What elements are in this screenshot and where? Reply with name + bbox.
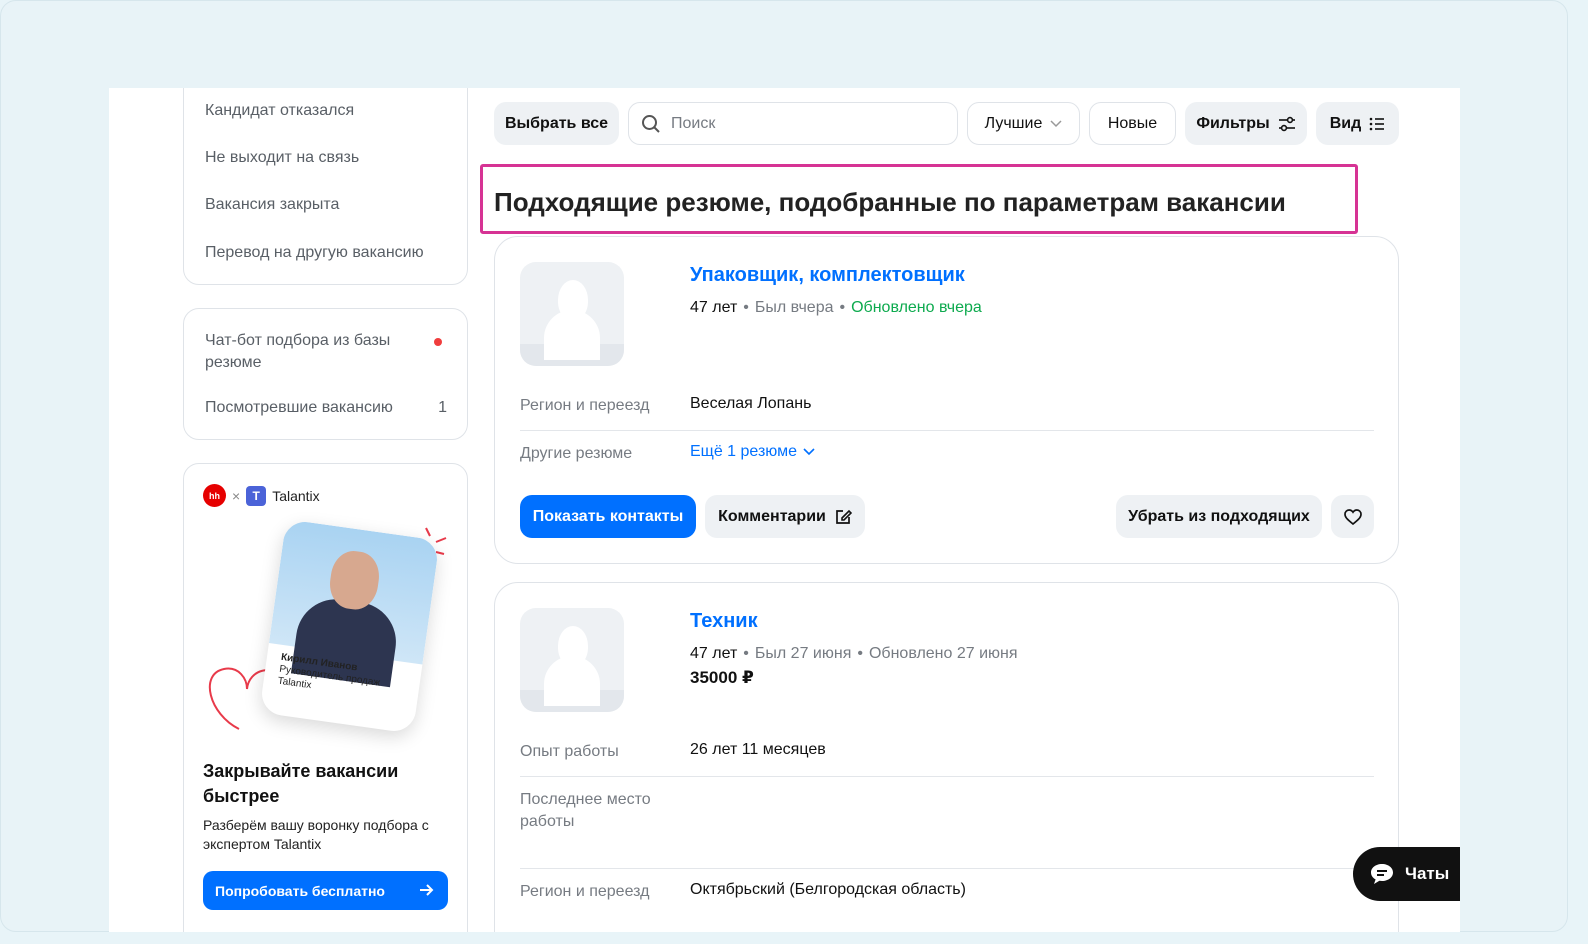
status-candidate-declined[interactable]: Кандидат отказался <box>205 102 354 120</box>
comments-button[interactable]: Комментарии <box>705 495 865 538</box>
region-label: Регион и переезд <box>520 883 650 900</box>
avatar-head <box>558 280 588 320</box>
new-button[interactable]: Новые <box>1089 102 1176 145</box>
filters-icon <box>1278 116 1295 131</box>
experience-value: 26 лет 11 месяцев <box>690 741 826 758</box>
region-value: Веселая Лопань <box>690 395 812 412</box>
divider <box>520 776 1374 777</box>
other-resumes-label: Другие резюме <box>520 445 633 462</box>
chevron-down-icon <box>803 448 815 456</box>
try-free-button[interactable]: Попробовать бесплатно <box>203 871 448 910</box>
talantix-logo-icon: T <box>246 485 267 506</box>
status-no-contact[interactable]: Не выходит на связь <box>205 149 359 167</box>
resume-updated: Обновлено 27 июня <box>868 645 1018 662</box>
filters-label: Фильтры <box>1196 114 1270 132</box>
sort-dropdown[interactable]: Лучшие <box>967 102 1080 145</box>
status-list-card: Кандидат отказался Не выходит на связь В… <box>183 88 468 285</box>
resume-seen: Был 27 июня <box>754 645 852 662</box>
separator-dot: • <box>743 645 749 662</box>
sidebar-item-chatbot[interactable]: Чат-бот подбора из базы резюме <box>205 330 420 374</box>
avatar-placeholder-icon <box>520 608 624 712</box>
region-value: Октябрьский (Белгородская область) <box>690 881 966 898</box>
resume-salary: 35000 ₽ <box>690 668 754 687</box>
other-resumes-text: Ещё 1 резюме <box>690 443 798 460</box>
viewed-count: 1 <box>438 399 447 416</box>
divider <box>520 430 1374 431</box>
resume-title-link[interactable]: Упаковщик, комплектовщик <box>690 264 965 287</box>
chats-label: Чаты <box>1405 864 1450 883</box>
talantix-label: Talantix <box>272 487 320 504</box>
promo-description: Разберём вашу воронку подбора с эксперто… <box>203 817 429 852</box>
search-box[interactable] <box>628 102 958 145</box>
chevron-down-icon <box>1050 119 1062 127</box>
resume-updated: Обновлено вчера <box>851 299 982 316</box>
resume-seen: Был вчера <box>754 299 834 316</box>
sort-label: Лучшие <box>984 114 1043 132</box>
view-button[interactable]: Вид <box>1316 102 1399 145</box>
select-all-label: Выбрать все <box>504 114 609 132</box>
chat-bubble-icon <box>1371 864 1393 884</box>
extra-list-card: Чат-бот подбора из базы резюме Посмотрев… <box>183 308 468 440</box>
list-icon <box>1369 117 1385 130</box>
promo-logos: hh × T Talantix <box>203 484 320 507</box>
comments-label: Комментарии <box>718 507 826 525</box>
arrow-right-icon <box>420 884 434 896</box>
separator-dot: • <box>857 645 863 662</box>
select-all-button[interactable]: Выбрать все <box>494 102 619 145</box>
show-contacts-label: Показать контакты <box>532 507 684 525</box>
filters-button[interactable]: Фильтры <box>1185 102 1307 145</box>
separator-dot: • <box>839 299 846 316</box>
show-contacts-button[interactable]: Показать контакты <box>520 495 696 538</box>
avatar-placeholder-icon <box>520 262 624 366</box>
resume-card[interactable]: Упаковщик, комплектовщик 47 лет • Был вчер… <box>494 236 1399 564</box>
divider <box>520 868 1374 869</box>
resume-title-link[interactable]: Техник <box>690 610 758 633</box>
status-transfer[interactable]: Перевод на другую вакансию <box>205 244 424 262</box>
separator-dot: • <box>743 299 749 316</box>
resume-meta: 47 лет • Был вчера • Обновлено вчера <box>690 299 982 317</box>
edit-icon <box>836 509 852 524</box>
search-input[interactable] <box>671 114 931 133</box>
sidebar-item-viewed[interactable]: Посмотревшие вакансию <box>205 399 393 417</box>
other-resumes-link[interactable]: Ещё 1 резюме <box>690 443 815 461</box>
experience-label: Опыт работы <box>520 743 619 760</box>
remove-from-suitable-button[interactable]: Убрать из подходящих <box>1116 495 1322 538</box>
chats-button[interactable]: Чаты <box>1353 847 1460 901</box>
resume-meta: 47 лет • Был 27 июня • Обновлено 27 июня <box>690 645 1018 663</box>
avatar-head <box>558 626 588 666</box>
app-window: Кандидат отказался Не выходит на связь В… <box>109 88 1460 932</box>
view-label: Вид <box>1329 114 1362 132</box>
page-title: Подходящие резюме, подобранные по параме… <box>494 187 1286 217</box>
last-job-label: Последнее место работы <box>520 791 651 830</box>
search-icon <box>642 114 660 133</box>
favorite-button[interactable] <box>1331 495 1374 538</box>
promo-title: Закрывайте вакансии быстрее <box>203 761 399 806</box>
promo-card: hh × T Talantix Кирилл Иванов Руководите… <box>183 463 468 932</box>
resume-age: 47 лет <box>690 645 738 662</box>
notification-dot <box>434 338 442 346</box>
resume-card[interactable]: Техник 47 лет • Был 27 июня • Обновлено 27 и… <box>494 582 1399 932</box>
expert-photo-card: Кирилл Иванов Руководитель продаж Talant… <box>259 519 440 734</box>
hh-logo-icon: hh <box>203 484 226 507</box>
times-sign: × <box>232 487 241 504</box>
region-label: Регион и переезд <box>520 397 650 414</box>
remove-label: Убрать из подходящих <box>1128 507 1310 525</box>
resume-age: 47 лет <box>690 299 738 316</box>
try-free-label: Попробовать бесплатно <box>215 882 385 899</box>
heart-icon <box>1343 508 1362 525</box>
status-vacancy-closed[interactable]: Вакансия закрыта <box>205 196 339 214</box>
new-label: Новые <box>1107 114 1158 132</box>
